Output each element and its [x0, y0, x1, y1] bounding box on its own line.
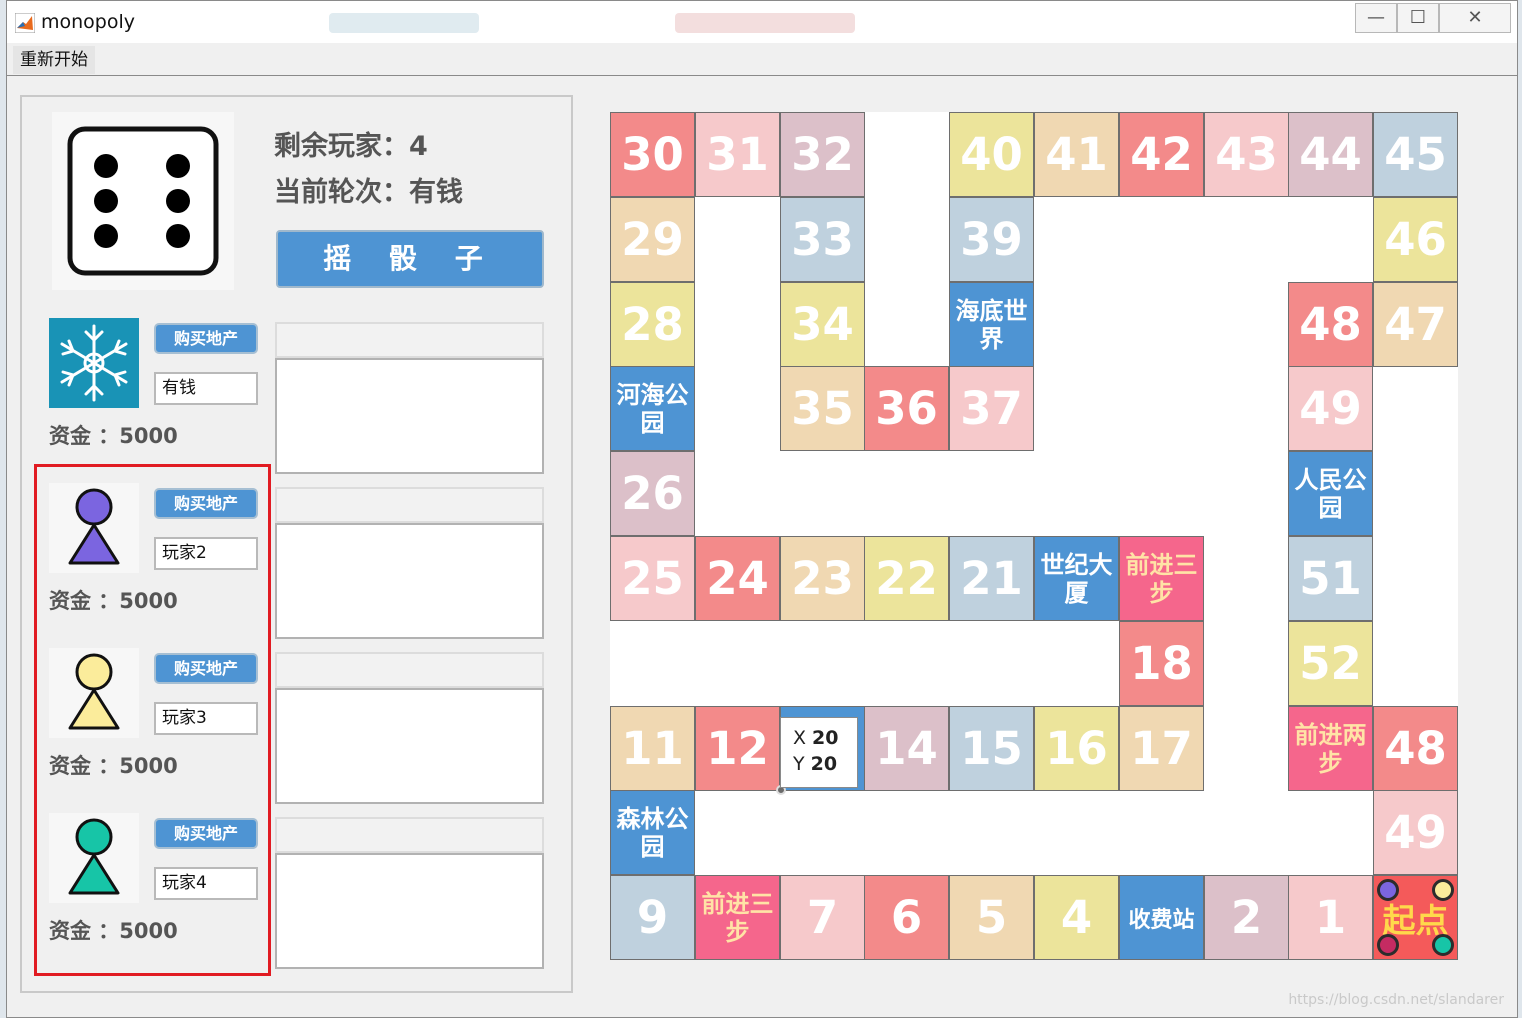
board-tile: 34 — [780, 282, 865, 367]
board-tile: 9 — [610, 875, 695, 960]
property-list[interactable] — [275, 358, 544, 474]
player-token — [1432, 879, 1454, 901]
board-tile: 48 — [1288, 282, 1373, 367]
board-tile: 24 — [695, 536, 780, 621]
property-list[interactable] — [275, 523, 544, 639]
data-tip: X 20 Y 20 — [780, 717, 858, 788]
background-tab — [675, 13, 855, 33]
board-tile: 河海公园 — [610, 366, 695, 451]
board-tile: 32 — [780, 112, 865, 197]
property-list-header — [275, 322, 544, 358]
board-tile: 25 — [610, 536, 695, 621]
board-tile: 43 — [1204, 112, 1289, 197]
board-tile: 22 — [864, 536, 949, 621]
highlight-annotation — [34, 464, 271, 976]
close-button[interactable]: ✕ — [1439, 3, 1511, 33]
board-tile: 12 — [695, 706, 780, 791]
board-tile: 28 — [610, 282, 695, 367]
property-list[interactable] — [275, 688, 544, 804]
board-tile: 37 — [949, 366, 1034, 451]
matlab-icon — [15, 13, 35, 33]
player-name-field[interactable]: 有钱 — [154, 372, 258, 405]
property-list-header — [275, 817, 544, 853]
player-money-label: 资金 ：5000 — [49, 424, 178, 448]
board-tile: 18 — [1119, 621, 1204, 706]
player-token — [1377, 879, 1399, 901]
player-1-avatar — [49, 318, 139, 408]
player-token — [1377, 934, 1399, 956]
datatip-y-label: Y — [793, 753, 805, 775]
board-tile: 森林公园 — [610, 790, 695, 875]
board-tile: 前进两步 — [1288, 706, 1373, 791]
minimize-button[interactable]: — — [1355, 3, 1397, 33]
player-token — [1432, 934, 1454, 956]
board-tile: 16 — [1034, 706, 1119, 791]
board-tile: 30 — [610, 112, 695, 197]
board-tile: 15 — [949, 706, 1034, 791]
board-tile: 31 — [695, 112, 780, 197]
menu-bar: 重新开始 — [7, 43, 1517, 76]
datatip-x-value: 20 — [812, 727, 839, 749]
board-tile: 5 — [949, 875, 1034, 960]
datatip-x-label: X — [793, 727, 807, 749]
board-tile: 人民公园 — [1288, 451, 1373, 536]
buy-property-button[interactable]: 购买地产 — [154, 323, 258, 354]
title-bar: monopoly — ☐ ✕ — [7, 1, 1517, 43]
roll-dice-button[interactable]: 摇 骰 子 — [276, 230, 544, 288]
board-tile: 世纪大厦 — [1034, 536, 1119, 621]
board-tile: 29 — [610, 197, 695, 282]
watermark: https://blog.csdn.net/slandarer — [1288, 992, 1504, 1008]
board-tile: 收费站 — [1119, 875, 1204, 960]
datatip-y-value: 20 — [810, 753, 838, 775]
remaining-players-label: 剩余玩家：4 — [274, 131, 428, 162]
board-tile: 23 — [780, 536, 865, 621]
maximize-button[interactable]: ☐ — [1397, 3, 1439, 33]
property-list-header — [275, 652, 544, 688]
board-tile: 14 — [864, 706, 949, 791]
dice-six-icon — [67, 126, 219, 276]
window-title: monopoly — [41, 11, 136, 33]
property-list[interactable] — [275, 853, 544, 969]
board-tile: 39 — [949, 197, 1034, 282]
background-tab — [329, 13, 479, 33]
board-tile: 21 — [949, 536, 1034, 621]
board-tile: 45 — [1373, 112, 1458, 197]
board-tile: 2 — [1204, 875, 1289, 960]
board-tile: 40 — [949, 112, 1034, 197]
board-tile: 42 — [1119, 112, 1204, 197]
board-tile: 47 — [1373, 282, 1458, 367]
board-tile: 52 — [1288, 621, 1373, 706]
board-tile: 48 — [1373, 706, 1458, 791]
board-tile: 4 — [1034, 875, 1119, 960]
board-tile: 前进三步 — [695, 875, 780, 960]
board-tile: 1 — [1288, 875, 1373, 960]
board-tile: 11 — [610, 706, 695, 791]
board-tile: 36 — [864, 366, 949, 451]
dice-display — [52, 112, 234, 290]
board-tile: 33 — [780, 197, 865, 282]
board-tile: 26 — [610, 451, 695, 536]
board-tile: 46 — [1373, 197, 1458, 282]
game-board: 30 31 32 40 41 42 43 44 45 29 33 39 46 28 34 海底世界 48 47 河海… — [610, 112, 1458, 960]
snowflake-icon — [60, 324, 128, 402]
board-tile: 6 — [864, 875, 949, 960]
board-tile: 35 — [780, 366, 865, 451]
current-turn-label: 当前轮次：有钱 — [274, 177, 463, 208]
board-tile: 49 — [1288, 366, 1373, 451]
board-tile: 海底世界 — [949, 282, 1034, 367]
board-tile: 前进三步 — [1119, 536, 1204, 621]
board-tile: 44 — [1288, 112, 1373, 197]
board-tile: 49 — [1373, 790, 1458, 875]
property-list-header — [275, 487, 544, 523]
menu-restart[interactable]: 重新开始 — [13, 46, 95, 74]
board-tile: 51 — [1288, 536, 1373, 621]
board-tile: 17 — [1119, 706, 1204, 791]
board-tile: 41 — [1034, 112, 1119, 197]
board-tile: 7 — [780, 875, 865, 960]
